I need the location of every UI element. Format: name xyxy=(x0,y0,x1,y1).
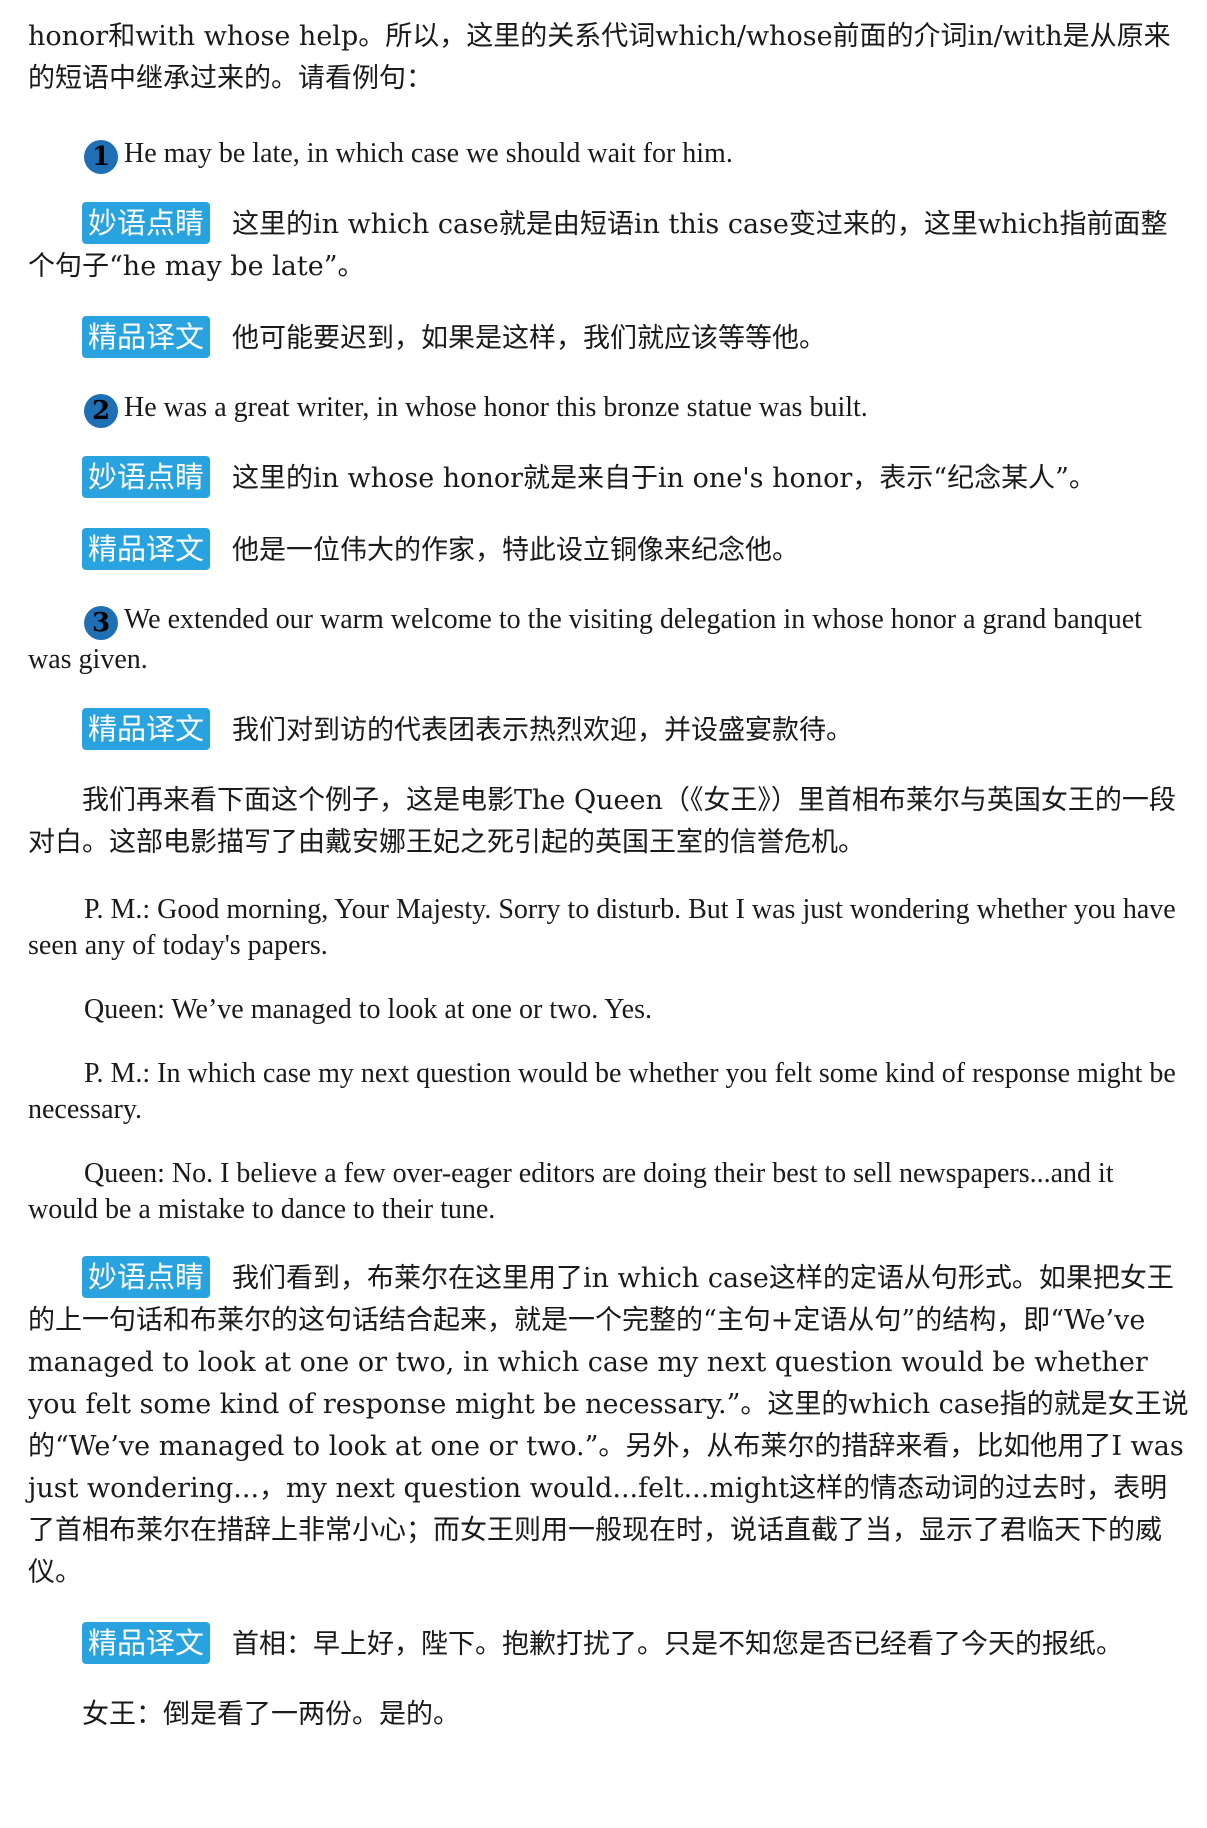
translation-tag: 精品译文 xyxy=(82,708,211,750)
example-text: He was a great writer, in whose honor th… xyxy=(124,392,868,423)
comment-tag: 妙语点睛 xyxy=(82,202,211,244)
example-text: He may be late, in which case we should … xyxy=(124,138,733,169)
translation-tag: 精品译文 xyxy=(82,1622,211,1664)
translation-paragraph: 精品译文 他可能要迟到，如果是这样，我们就应该等等他。 xyxy=(28,316,1189,360)
dialogue-line: Queen: No. I believe a few over-eager ed… xyxy=(28,1158,1114,1225)
comment-tag: 妙语点睛 xyxy=(82,1256,211,1298)
translation-paragraph: 精品译文 我们对到访的代表团表示热烈欢迎，并设盛宴款待。 xyxy=(28,708,1189,752)
translation-paragraph: 精品译文 他是一位伟大的作家，特此设立铜像来纪念他。 xyxy=(28,528,1189,572)
example-text: We extended our warm welcome to the visi… xyxy=(28,604,1142,675)
example-sentence: 1 He may be late, in which case we should… xyxy=(28,134,1189,174)
translation-tag: 精品译文 xyxy=(82,528,211,570)
translation-text: 我们对到访的代表团表示热烈欢迎，并设盛宴款待。 xyxy=(232,715,854,746)
dialogue-line: P. M.: Good morning, Your Majesty. Sorry… xyxy=(28,894,1176,961)
comment-paragraph: 妙语点睛 这里的in whose honor就是来自于in one's honor… xyxy=(28,456,1189,500)
comment-text: 这里的in whose honor就是来自于in one's honor，表示“… xyxy=(232,463,1096,494)
translation-paragraph: 精品译文 首相：早上好，陛下。抱歉打扰了。只是不知您是否已经看了今天的报纸。 xyxy=(28,1622,1189,1666)
movie-intro-paragraph: 我们再来看下面这个例子，这是电影The Queen（《女王》）里首相布莱尔与英国… xyxy=(28,785,1176,858)
comment-paragraph: 妙语点睛 我们看到，布莱尔在这里用了in which case这样的定语从句形式。… xyxy=(28,1256,1189,1594)
translation-text: 首相：早上好，陛下。抱歉打扰了。只是不知您是否已经看了今天的报纸。 xyxy=(232,1629,1124,1660)
comment-tag: 妙语点睛 xyxy=(82,456,211,498)
example-sentence: 2 He was a great writer, in whose honor t… xyxy=(28,388,1189,428)
comment-paragraph: 妙语点睛 这里的in which case就是由短语in this case变过来… xyxy=(28,202,1189,288)
number-badge: 3 xyxy=(84,606,118,640)
comment-text: 我们看到，布莱尔在这里用了in which case这样的定语从句形式。如果把女… xyxy=(28,1263,1189,1588)
translation-tag: 精品译文 xyxy=(82,316,211,358)
dialogue-line: P. M.: In which case my next question wo… xyxy=(28,1058,1176,1125)
dialogue-line: Queen: We’ve managed to look at one or t… xyxy=(84,994,652,1025)
number-badge: 1 xyxy=(84,140,118,174)
translation-line: 女王：倒是看了一两份。是的。 xyxy=(82,1699,460,1730)
number-badge: 2 xyxy=(84,394,118,428)
translation-text: 他可能要迟到，如果是这样，我们就应该等等他。 xyxy=(232,323,827,354)
example-sentence: 3 We extended our warm welcome to the vis… xyxy=(28,600,1189,680)
translation-text: 他是一位伟大的作家，特此设立铜像来纪念他。 xyxy=(232,535,800,566)
intro-paragraph: honor和with whose help。所以，这里的关系代词which/wh… xyxy=(28,21,1171,94)
document-page: honor和with whose help。所以，这里的关系代词which/wh… xyxy=(0,0,1207,1828)
